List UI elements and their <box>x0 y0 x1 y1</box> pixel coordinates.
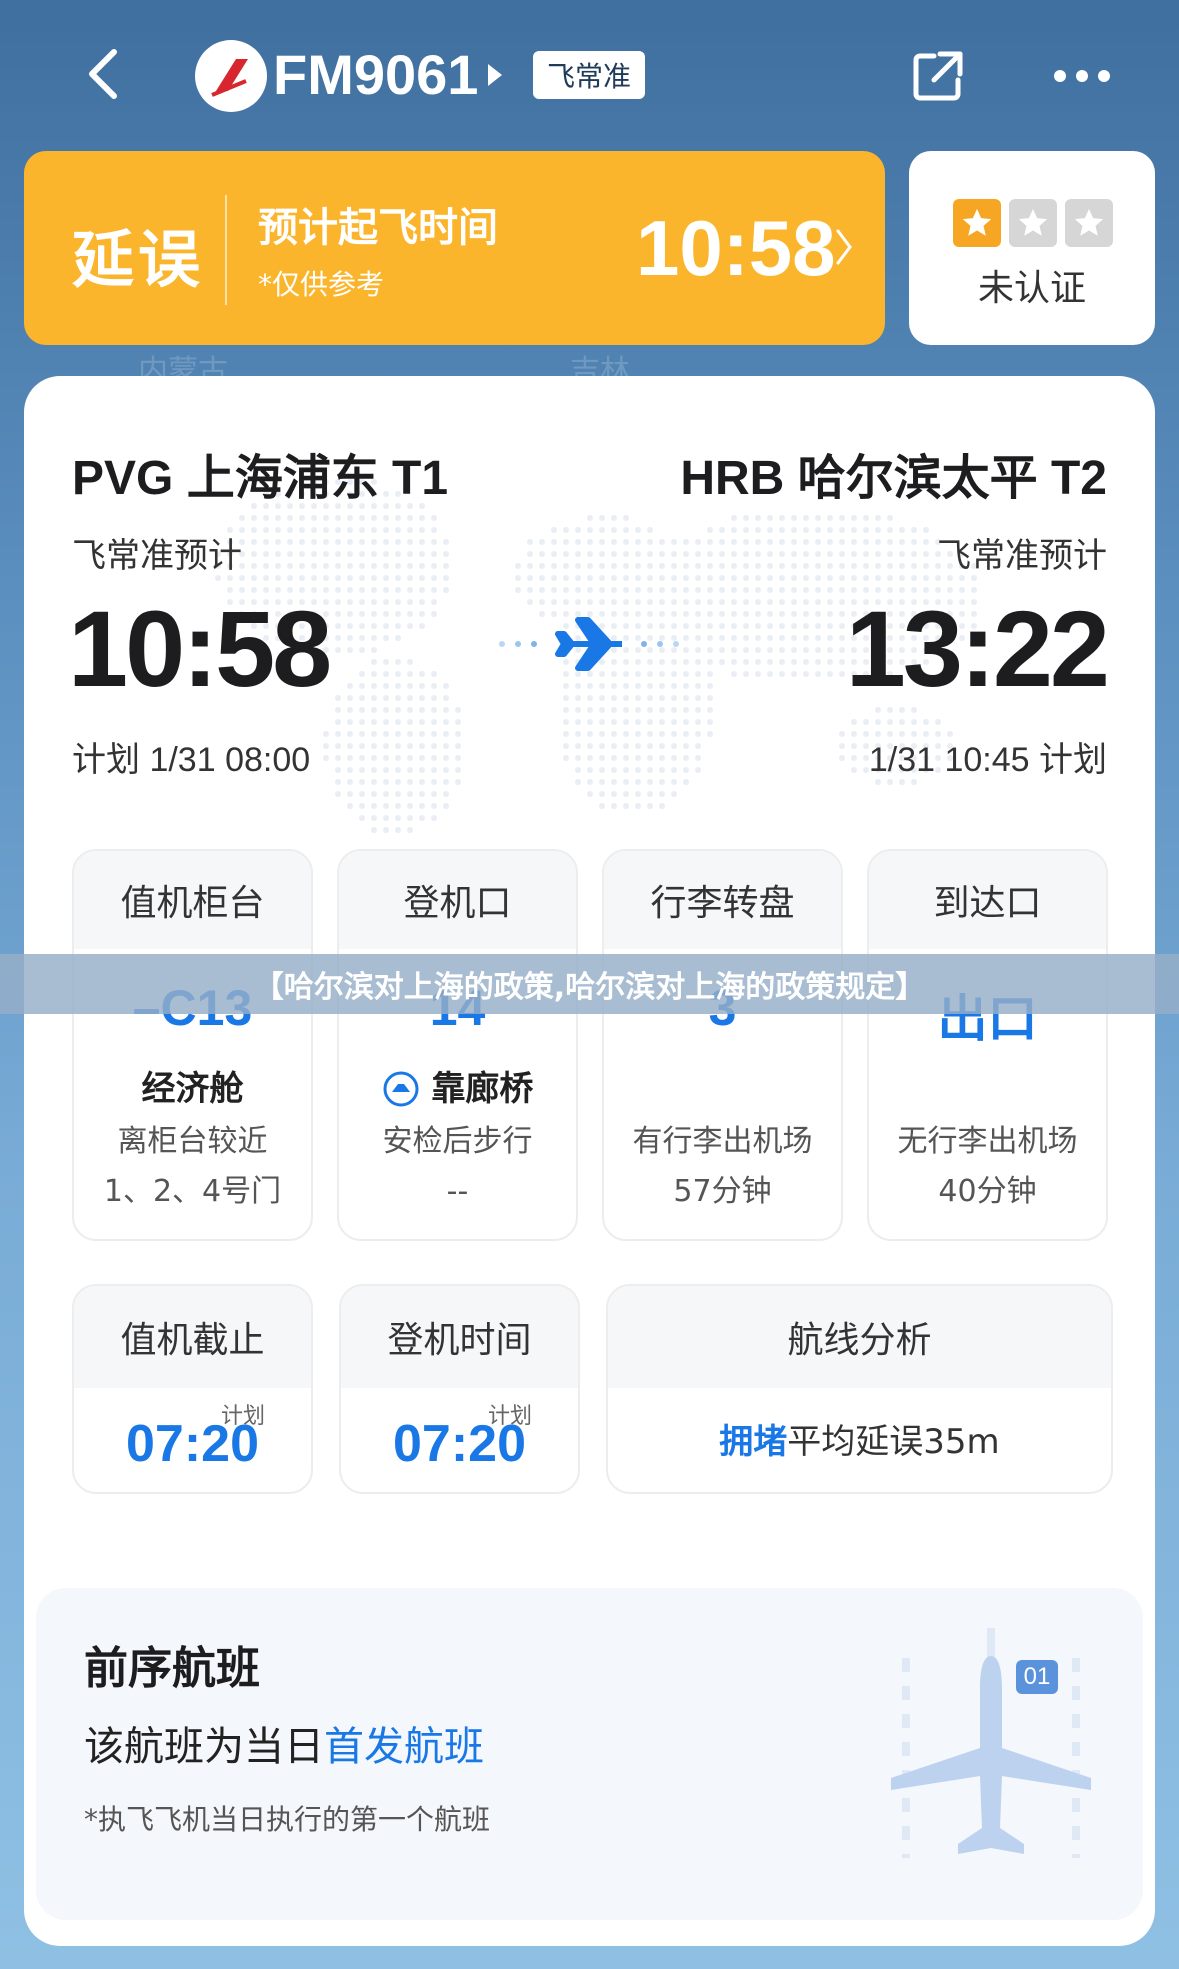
jet-bridge-icon <box>383 1071 419 1107</box>
more-options-icon[interactable] <box>1050 64 1114 88</box>
previous-flight-note: *执飞飞机当日执行的第一个航班 <box>84 1803 491 1836</box>
boarding-time-box[interactable]: 登机时间 计划 07:20 <box>339 1284 580 1494</box>
checkin-desc-line1: 离柜台较近 <box>117 1124 268 1159</box>
congestion-label: 拥堵 <box>719 1422 788 1462</box>
status-title: 预计起飞时间 <box>258 205 498 251</box>
departure-time: 10:58 <box>68 588 332 709</box>
arrival-exit-box[interactable]: 到达口 出口 无行李出机场 40分钟 <box>867 849 1108 1241</box>
checkin-deadline-box[interactable]: 值机截止 计划 07:20 <box>72 1284 313 1494</box>
gate-box[interactable]: 登机口 14 靠廊桥 安检后步行 -- <box>337 849 578 1241</box>
status-delayed: 延误 <box>72 223 205 296</box>
share-icon[interactable] <box>910 48 966 104</box>
star-icon <box>1009 199 1057 247</box>
departure-source-label: 飞常准预计 <box>72 536 242 576</box>
gate-title: 登机口 <box>339 851 576 949</box>
flight-detail-card: PVG 上海浦东 T1 HRB 哈尔滨太平 T2 飞常准预计 飞常准预计 10:… <box>24 376 1155 1946</box>
baggage-desc: 有行李出机场 57分钟 <box>604 1117 841 1217</box>
certification-label: 未认证 <box>977 268 1086 309</box>
flight-number[interactable]: FM9061 <box>273 42 478 107</box>
first-flight-label: 首发航班 <box>324 1724 484 1770</box>
previous-flight-line: 该航班为当日首发航班 <box>84 1714 484 1772</box>
arrival-planned: 1/31 10:45 计划 <box>868 741 1107 779</box>
arrival-source-label: 飞常准预计 <box>937 536 1107 576</box>
airplane-icon <box>499 617 679 671</box>
arrival-exit-desc: 无行李出机场 40分钟 <box>869 1117 1106 1217</box>
star-icon <box>953 199 1001 247</box>
checkin-counter-desc: 离柜台较近 1、2、4号门 <box>74 1117 311 1217</box>
source-badge: 飞常准 <box>533 51 646 99</box>
arrival-airport: HRB 哈尔滨太平 T2 <box>680 452 1107 505</box>
cabin-class: 经济舱 <box>141 1069 244 1109</box>
route-analysis-box[interactable]: 航线分析 拥堵平均延误35m <box>606 1284 1113 1494</box>
rating-stars <box>953 199 1113 247</box>
back-arrow-icon[interactable] <box>80 48 132 100</box>
overlay-banner: 【哈尔滨对上海的政策,哈尔滨对上海的政策规定】 <box>0 954 1179 1014</box>
gate-type-label: 靠廊桥 <box>431 1069 534 1109</box>
checkin-counter-title: 值机柜台 <box>74 851 311 949</box>
gate-desc-line1: 安检后步行 <box>382 1124 533 1159</box>
airline-logo-icon <box>195 40 267 112</box>
checkin-deadline-time: 07:20 <box>126 1415 259 1473</box>
boarding-time-title: 登机时间 <box>341 1286 578 1388</box>
boarding-time-value: 07:20 <box>393 1415 526 1473</box>
departure-status-card[interactable]: 延误 预计起飞时间 *仅供参考 10:58 <box>24 151 885 345</box>
route-analysis-title: 航线分析 <box>608 1286 1111 1388</box>
checkin-desc-line2: 1、2、4号门 <box>103 1174 282 1209</box>
arrival-exit-title: 到达口 <box>869 851 1106 949</box>
star-icon <box>1065 199 1113 247</box>
status-divider <box>225 195 227 305</box>
departure-airport: PVG 上海浦东 T1 <box>72 452 449 505</box>
sequence-badge: 01 <box>1023 1663 1051 1690</box>
top-nav-bar: FM9061 飞常准 <box>0 0 1179 150</box>
route-analysis-text: 拥堵平均延误35m <box>608 1414 1111 1463</box>
certification-card[interactable]: 未认证 <box>909 151 1155 345</box>
chevron-right-icon <box>836 229 852 265</box>
baggage-carousel-box[interactable]: 行李转盘 3 有行李出机场 57分钟 <box>602 849 843 1241</box>
average-delay: 平均延误35m <box>787 1422 1000 1462</box>
checkin-deadline-title: 值机截止 <box>74 1286 311 1388</box>
gate-desc-line2: -- <box>446 1174 469 1209</box>
baggage-desc-line1: 有行李出机场 <box>632 1124 813 1159</box>
status-note: *仅供参考 <box>258 268 385 301</box>
previous-flight-title: 前序航班 <box>84 1643 260 1694</box>
arrival-time: 13:22 <box>845 588 1110 709</box>
previous-flight-section[interactable]: 前序航班 该航班为当日首发航班 *执飞飞机当日执行的第一个航班 01 <box>36 1588 1143 1920</box>
exit-desc-line2: 40分钟 <box>938 1174 1037 1209</box>
checkin-counter-box[interactable]: 值机柜台 –C13 经济舱 离柜台较近 1、2、4号门 <box>72 849 313 1241</box>
previous-flight-prefix: 该航班为当日 <box>84 1724 324 1770</box>
gate-desc: 安检后步行 -- <box>339 1117 576 1217</box>
gate-type: 靠廊桥 <box>339 1061 576 1110</box>
baggage-desc-line2: 57分钟 <box>673 1174 772 1209</box>
departure-planned: 计划 1/31 08:00 <box>72 741 311 779</box>
exit-desc-line1: 无行李出机场 <box>897 1124 1078 1159</box>
estimated-departure-time: 10:58 <box>636 204 836 292</box>
caret-right-icon[interactable] <box>488 64 502 86</box>
baggage-title: 行李转盘 <box>604 851 841 949</box>
airplane-illustration-icon <box>891 1628 1091 1858</box>
